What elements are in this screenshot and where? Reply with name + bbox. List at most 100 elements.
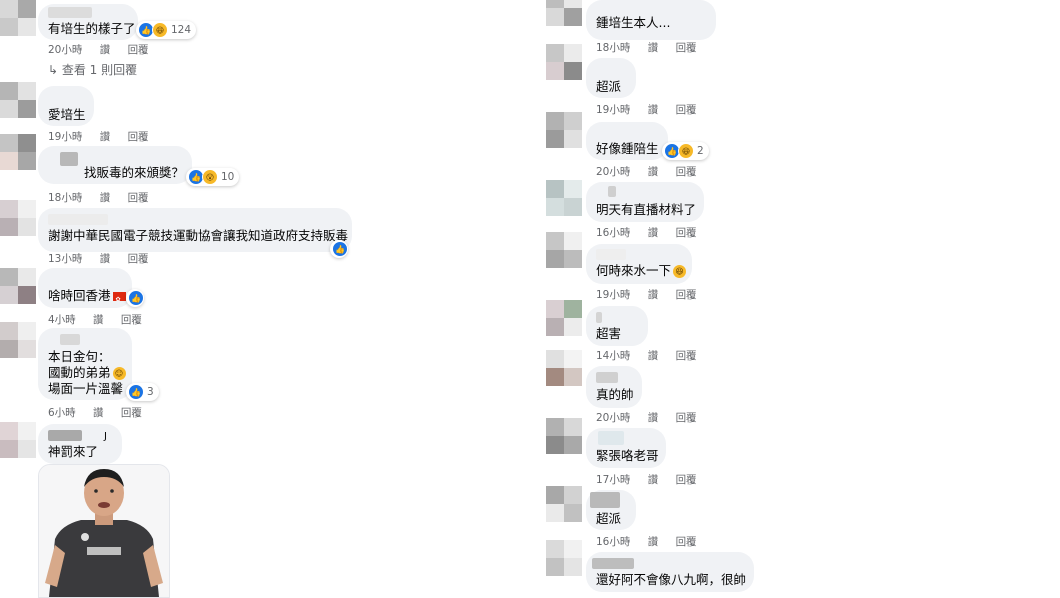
comment-meta: 18小時 讚 回覆 [596,40,711,55]
comment-meta: 13小時 讚 回覆 [48,251,163,266]
comment-meta: 20小時 讚 回覆 [596,410,711,425]
comment-text: 緊張咯老哥 [596,448,659,463]
comment-line-2-text: 國動的弟弟 [48,365,111,380]
avatar[interactable] [0,134,36,170]
timestamp[interactable]: 19小時 [596,287,630,302]
avatar[interactable] [0,422,36,458]
avatar[interactable] [546,232,582,268]
timestamp[interactable]: 20小時 [596,410,630,425]
like-button[interactable]: 讚 [648,102,659,117]
timestamp[interactable]: 20小時 [596,164,630,179]
commenter-name-blurred[interactable] [48,7,92,18]
like-button[interactable]: 讚 [100,251,111,266]
timestamp[interactable]: 19小時 [596,102,630,117]
commenter-name-blurred[interactable] [598,431,624,445]
commenter-name-blurred[interactable] [592,558,634,569]
timestamp[interactable]: 16小時 [596,534,630,549]
reaction-summary[interactable]: 👍 [126,289,144,307]
reply-button[interactable]: 回覆 [128,251,149,266]
commenter-name-blurred[interactable] [48,214,108,225]
reply-button[interactable]: 回覆 [676,40,697,55]
comment-bubble: 好像鍾陪生 [586,122,668,160]
avatar[interactable] [0,0,36,36]
avatar[interactable] [546,540,582,576]
reply-button[interactable]: 回覆 [128,42,149,57]
timestamp[interactable]: 4小時 [48,312,76,327]
comment-text: 超害 [596,326,622,341]
like-button[interactable]: 讚 [648,225,659,240]
reply-button[interactable]: 回覆 [676,102,697,117]
avatar[interactable] [546,44,582,80]
comment-meta: 4小時 讚 回覆 [48,312,156,327]
reply-button[interactable]: 回覆 [676,472,697,487]
reply-button[interactable]: 回覆 [676,410,697,425]
comment-text: 明天有直播材料了 [596,202,697,217]
commenter-name-blurred[interactable] [48,430,82,441]
avatar[interactable] [0,322,36,358]
reaction-summary[interactable]: 👍 😆 124 [136,21,197,39]
reply-button[interactable]: 回覆 [121,405,142,420]
avatar[interactable] [546,0,582,26]
like-button[interactable]: 讚 [100,129,111,144]
comment-bubble: 愛培生 [38,86,94,126]
commenter-name-blurred[interactable] [60,152,78,166]
comment-text: 謝謝中華民國電子競技運動協會讓我知道政府支持販毒 [48,228,349,243]
avatar[interactable] [546,300,582,336]
timestamp[interactable]: 14小時 [596,348,630,363]
comment-meta: 20小時 讚 回覆 [596,164,711,179]
like-button[interactable]: 讚 [93,312,104,327]
timestamp[interactable]: 18小時 [596,40,630,55]
comment-bubble: 緊張咯老哥 [586,428,666,468]
view-replies-link[interactable]: ↳ 查看 1 則回覆 [48,61,137,78]
like-button[interactable]: 讚 [100,42,111,57]
like-button[interactable]: 讚 [648,287,659,302]
reply-button[interactable]: 回覆 [128,129,149,144]
avatar[interactable] [0,268,36,304]
like-button[interactable]: 讚 [648,534,659,549]
comment-text: 啥時回香港 [48,286,126,309]
like-button[interactable]: 讚 [648,164,659,179]
commenter-name-blurred[interactable] [608,186,616,197]
timestamp[interactable]: 19小時 [48,129,82,144]
like-button[interactable]: 讚 [100,190,111,205]
reply-button[interactable]: 回覆 [676,534,697,549]
commenter-name-blurred[interactable] [590,492,620,508]
comments-column-right: 鍾培生本人... 18小時 讚 回覆 超派 19小時 讚 回覆 好像鍾陪生 👍 … [540,0,1060,596]
timestamp[interactable]: 17小時 [596,472,630,487]
reaction-summary[interactable]: 👍 [330,240,348,258]
avatar[interactable] [0,82,36,118]
commenter-name-blurred[interactable] [596,249,626,260]
attached-photo[interactable] [38,464,170,598]
avatar[interactable] [0,200,36,236]
reply-button[interactable]: 回覆 [676,348,697,363]
like-button[interactable]: 讚 [93,405,104,420]
commenter-name-blurred[interactable] [60,334,80,345]
reply-button[interactable]: 回覆 [676,287,697,302]
like-button[interactable]: 讚 [648,410,659,425]
like-button[interactable]: 讚 [648,472,659,487]
reaction-summary[interactable]: 👍 3 [126,383,159,401]
comment-meta: 17小時 讚 回覆 [596,472,711,487]
reply-button[interactable]: 回覆 [128,190,149,205]
comment-text: 鍾培生本人... [596,15,671,30]
avatar[interactable] [546,486,582,522]
reaction-summary[interactable]: 👍 😮 10 [186,168,240,186]
like-button[interactable]: 讚 [648,348,659,363]
reply-button[interactable]: 回覆 [121,312,142,327]
commenter-name-blurred[interactable] [596,372,618,383]
avatar[interactable] [546,350,582,386]
timestamp[interactable]: 20小時 [48,42,82,57]
timestamp[interactable]: 13小時 [48,251,82,266]
reply-button[interactable]: 回覆 [676,225,697,240]
commenter-name-blurred[interactable] [596,312,602,323]
reply-button[interactable]: 回覆 [676,164,697,179]
avatar[interactable] [546,112,582,148]
thumbs-up-icon: 👍 [332,241,348,257]
avatar[interactable] [546,418,582,454]
like-button[interactable]: 讚 [648,40,659,55]
avatar[interactable] [546,180,582,216]
timestamp[interactable]: 18小時 [48,190,82,205]
timestamp[interactable]: 6小時 [48,405,76,420]
timestamp[interactable]: 16小時 [596,225,630,240]
reaction-summary[interactable]: 👍 😆 2 [662,142,709,160]
